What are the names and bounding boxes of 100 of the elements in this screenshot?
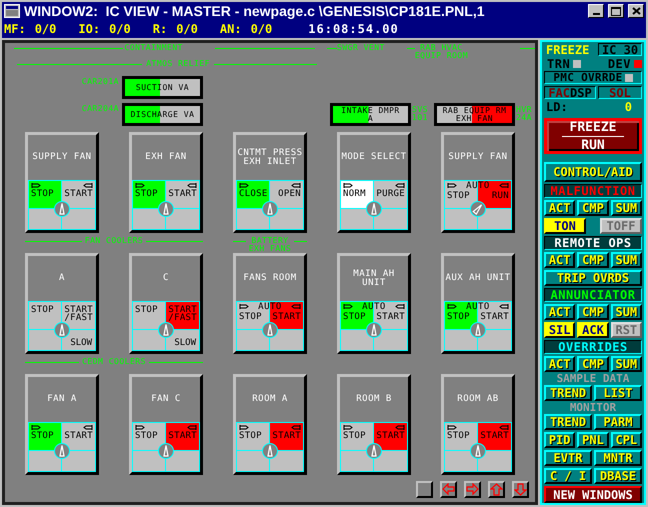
sidebar-button[interactable]: DBASE <box>594 468 642 484</box>
sidebar-button[interactable]: CMP <box>577 304 609 320</box>
window-menu-icon[interactable] <box>4 4 20 18</box>
status-box: FACDSP <box>544 86 596 99</box>
left-arrow-button[interactable] <box>440 481 457 498</box>
sidebar-button[interactable]: PNL <box>577 432 609 448</box>
selector-knob[interactable] <box>366 322 382 338</box>
selector-switch[interactable]: STOP START <box>28 180 96 230</box>
status-box: IC 30 <box>598 43 642 56</box>
section-header: ANNUNCIATOR <box>550 289 636 301</box>
selector-switch[interactable]: STOP START <box>236 422 304 472</box>
sidebar-button[interactable]: CMP <box>577 356 609 372</box>
blank-button[interactable] <box>416 481 433 498</box>
sidebar-button[interactable]: ACT <box>544 252 576 268</box>
sidebar-button[interactable]: LIST <box>594 385 642 401</box>
switch-title: FAN A <box>47 395 77 404</box>
sidebar-button[interactable]: TRIP OVRDS <box>544 270 642 286</box>
switch-title: C <box>163 274 169 283</box>
clock-time: 16:08:54.00 <box>308 23 399 35</box>
sidebar-button[interactable]: C / I <box>544 468 592 484</box>
sidebar-button[interactable]: ACT <box>544 200 576 216</box>
auto-label: AUTO <box>362 303 386 312</box>
selector-switch[interactable]: STOP START <box>340 422 408 472</box>
group-label: CEDM COOLERS <box>81 358 147 366</box>
sidebar-button[interactable]: ACT <box>544 304 576 320</box>
sidebar-button[interactable]: CPL <box>610 432 642 448</box>
sidebar-button[interactable]: TREND <box>544 385 592 401</box>
selector-knob[interactable] <box>470 322 486 338</box>
switch-title: FAN C <box>151 395 181 404</box>
switch-title: ROOM B <box>356 395 392 404</box>
selector-switch[interactable]: AUTO STOP RUN <box>444 180 512 230</box>
sidebar-button[interactable]: SUM <box>610 356 642 372</box>
selector-knob[interactable] <box>366 443 382 459</box>
selector-knob[interactable] <box>262 201 278 217</box>
switch-position-label: START <box>166 432 199 440</box>
counter-label: AN: <box>220 23 242 35</box>
selector-knob[interactable] <box>54 201 70 217</box>
minimize-icon <box>592 13 600 15</box>
sidebar-button[interactable]: ACK <box>577 322 609 338</box>
freeze-run-button[interactable]: FREEZE RUN <box>544 118 642 154</box>
sidebar-button[interactable]: PARM <box>594 414 642 430</box>
sidebar-button[interactable]: SUM <box>610 304 642 320</box>
close-button[interactable] <box>628 4 644 18</box>
selector-switch[interactable]: STOP START <box>132 180 200 230</box>
selector-switch[interactable]: NORM PURGE <box>340 180 408 230</box>
selector-knob[interactable] <box>470 443 486 459</box>
switch-title: MODE SELECT <box>341 153 407 162</box>
sidebar-button[interactable]: TON <box>544 218 586 234</box>
counter-value: 0/0 <box>176 23 198 35</box>
sidebar-button[interactable]: CMP <box>577 252 609 268</box>
status-box: SOL <box>598 86 642 99</box>
selector-switch[interactable]: STOP START /FAST SLOW <box>132 301 200 351</box>
selector-switch[interactable]: STOP START <box>444 422 512 472</box>
down-arrow-icon <box>514 483 527 496</box>
down-arrow-button[interactable] <box>512 481 529 498</box>
selector-switch[interactable]: STOP START <box>132 422 200 472</box>
right-arrow-button[interactable] <box>464 481 481 498</box>
switch-position-label: CLOSE <box>237 190 269 198</box>
selector-knob[interactable] <box>262 322 278 338</box>
sidebar-button[interactable]: SUM <box>610 252 642 268</box>
selector-knob[interactable] <box>54 443 70 459</box>
switch-position-label: START <box>62 190 95 198</box>
sidebar-button[interactable]: EVTR <box>544 450 592 466</box>
selector-knob[interactable] <box>470 201 486 217</box>
sidebar-button[interactable]: SUM <box>610 200 642 216</box>
sidebar-button[interactable]: MNTR <box>594 450 642 466</box>
selector-switch[interactable]: STOP START <box>28 422 96 472</box>
switch-position-label: START <box>270 432 303 440</box>
selector-knob[interactable] <box>158 201 174 217</box>
switch-title: SUPPLY FAN <box>448 153 508 162</box>
selector-switch[interactable]: CLOSE OPEN <box>236 180 304 230</box>
selector-knob[interactable] <box>262 443 278 459</box>
up-arrow-button[interactable] <box>488 481 505 498</box>
valve-tag: SVS 101 <box>411 106 434 122</box>
selector-knob[interactable] <box>158 322 174 338</box>
sidebar-button[interactable]: PID <box>544 432 576 448</box>
selector-knob[interactable] <box>158 443 174 459</box>
counter-label: IO: <box>78 23 100 35</box>
switch-position-label: START <box>166 190 199 198</box>
counter-value: 0/0 <box>109 23 131 35</box>
new-windows-button[interactable]: NEW WINDOWS <box>544 486 642 503</box>
sidebar-button[interactable]: TREND <box>544 414 592 430</box>
selector-switch[interactable]: AUTO STOP START <box>236 301 304 351</box>
sidebar-button[interactable]: CMP <box>577 200 609 216</box>
group-label: FAN COOLERS <box>84 237 144 245</box>
counter-label: MF: <box>4 23 26 35</box>
maximize-button[interactable] <box>608 4 624 18</box>
run-label: RUN <box>581 136 605 152</box>
sidebar-button[interactable]: ACT <box>544 356 576 372</box>
sidebar-button[interactable]: CONTROL/AID <box>544 162 642 182</box>
selector-switch[interactable]: AUTO STOP START <box>444 301 512 351</box>
sidebar-label: FREEZE <box>545 44 590 56</box>
selector-switch[interactable]: STOP START /FAST SLOW <box>28 301 96 351</box>
counter-value: 0/0 <box>34 23 56 35</box>
selector-knob[interactable] <box>366 201 382 217</box>
selector-knob[interactable] <box>54 322 70 338</box>
group-label: BATTERY EXH FANS <box>248 237 292 253</box>
selector-switch[interactable]: AUTO STOP START <box>340 301 408 351</box>
minimize-button[interactable] <box>588 4 604 18</box>
sidebar-button[interactable]: SIL <box>544 322 576 338</box>
